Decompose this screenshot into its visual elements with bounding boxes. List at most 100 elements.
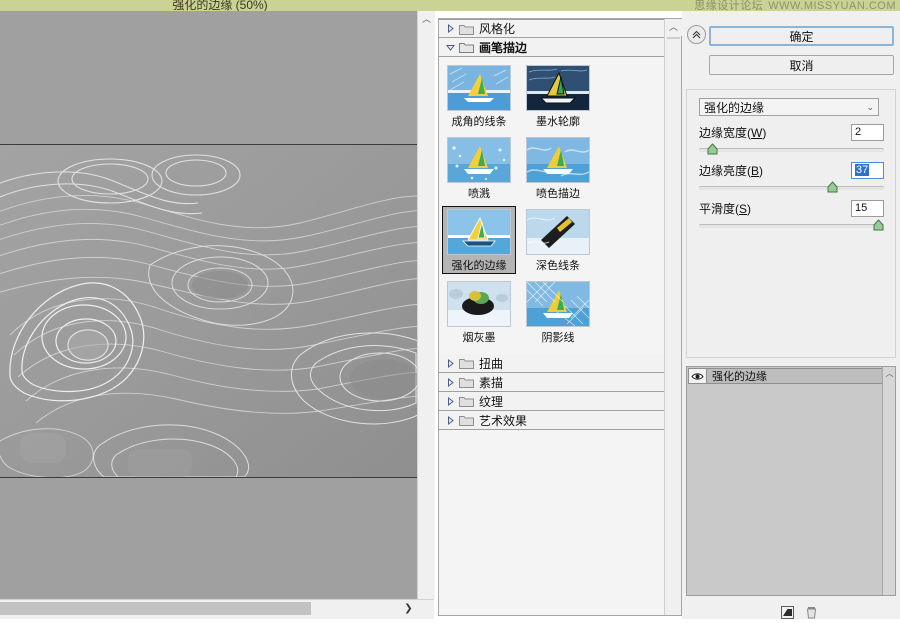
filter-category-artistic[interactable]: 艺术效果 [439,411,664,430]
scroll-up-icon[interactable]: ︿ [883,367,896,380]
thumbnail-label: 强化的边缘 [451,260,507,272]
slider-track[interactable] [699,143,884,155]
slider-track[interactable] [699,181,884,193]
delete-effect-layer-icon[interactable] [804,605,818,619]
slider-track[interactable] [699,219,884,231]
folder-icon [459,23,474,35]
thumbnail-image [526,137,590,183]
thumbnail-image [447,209,511,255]
filter-parameters-group: 强化的边缘 ⌄ 边缘宽度(W) 2 边缘亮度(B) 37 平滑度(S) 15 [686,89,896,358]
slider-value-input[interactable]: 2 [851,123,884,141]
filter-list-scroll-thumb[interactable] [667,37,680,39]
folder-icon [459,414,474,426]
ok-button[interactable]: 确定 [709,26,894,46]
thumbnail-image [447,65,511,111]
thumbnail-image [447,137,511,183]
effect-layer-row[interactable]: 强化的边缘 [688,368,894,384]
preview-top-band [0,11,417,145]
preview-hscroll-thumb[interactable] [0,602,311,615]
slider-value-input[interactable]: 15 [851,199,884,217]
chevron-right-icon [445,396,456,407]
chevron-right-icon [445,358,456,369]
filter-select-value: 强化的边缘 [704,100,765,115]
preview-horizontal-scrollbar[interactable]: ❯ [0,599,434,617]
filter-thumb-sprayed-strokes[interactable]: 喷色描边 [521,134,595,202]
folder-open-icon [459,41,474,53]
thumbnail-label: 喷溅 [468,188,490,200]
thumbnail-label: 烟灰墨 [462,332,496,344]
layers-scrollbar[interactable]: ︿ [882,367,895,595]
folder-icon [459,357,474,369]
folder-icon [459,376,474,388]
slider-smoothness: 平滑度(S) 15 [699,199,884,231]
effect-layer-toolbar [686,601,896,623]
slider-value-input[interactable]: 37 [851,161,884,179]
preview-contour-image [0,145,417,477]
filter-thumb-ink-outlines[interactable]: 墨水轮廓 [521,62,595,130]
category-label: 纹理 [479,394,504,409]
slider-header: 边缘宽度(W) 2 [699,123,884,141]
cancel-button[interactable]: 取消 [709,55,894,75]
thumbnail-label: 深色线条 [536,260,580,272]
filter-list-scrollbar[interactable]: ︿ [664,19,682,615]
preview-bottom-band [0,477,417,599]
filter-thumb-dark-strokes[interactable]: 深色线条 [521,206,595,274]
slider-thumb[interactable] [873,219,884,231]
filter-thumb-crosshatch[interactable]: 阴影线 [521,278,595,346]
chevron-right-icon [445,377,456,388]
new-effect-layer-icon[interactable] [780,605,794,619]
slider-label: 边缘亮度(B) [699,163,764,178]
category-label: 扭曲 [479,356,504,371]
filter-category-texture[interactable]: 纹理 [439,392,664,411]
folder-icon [459,395,474,407]
chevron-right-icon [445,23,456,34]
filter-category-panel: 风格化 画笔描边 成角的线条 墨水轮廓 喷溅 喷色描边 强化的边缘 深色线条 烟… [438,18,682,616]
category-label: 画笔描边 [479,40,528,55]
preview-pane: ︿ ❯ [0,11,435,619]
thumbnail-label: 墨水轮廓 [536,116,580,128]
filter-thumb-sumi-e[interactable]: 烟灰墨 [442,278,516,346]
watermark-cn-text: 思缘设计论坛 [694,0,764,11]
filter-thumbnail-grid: 成角的线条 墨水轮廓 喷溅 喷色描边 强化的边缘 深色线条 烟灰墨 阴影线 [439,57,664,354]
settings-panel: 确定 取消 强化的边缘 ⌄ 边缘宽度(W) 2 边缘亮度(B) 37 平滑度(S… [682,11,900,619]
eye-icon[interactable] [689,369,707,383]
scroll-up-icon[interactable]: ︿ [665,19,682,36]
thumbnail-label: 喷色描边 [536,188,580,200]
slider-header: 平滑度(S) 15 [699,199,884,217]
filter-category-list: 风格化 画笔描边 成角的线条 墨水轮廓 喷溅 喷色描边 强化的边缘 深色线条 烟… [439,19,664,615]
collapse-arrows-icon[interactable] [687,25,706,44]
filter-thumb-accented-edges[interactable]: 强化的边缘 [442,206,516,274]
thumbnail-image [526,65,590,111]
category-label: 素描 [479,375,504,390]
window-title: 强化的边缘 (50%) [172,0,268,11]
thumbnail-label: 成角的线条 [451,116,507,128]
slider-label: 平滑度(S) [699,201,752,216]
category-label: 风格化 [479,22,516,36]
category-label: 艺术效果 [479,413,528,428]
filter-select[interactable]: 强化的边缘 ⌄ [699,98,879,116]
filter-thumb-spatter[interactable]: 喷溅 [442,134,516,202]
chevron-down-icon: ⌄ [866,101,874,112]
slider-thumb[interactable] [707,143,718,155]
filter-category-stylize[interactable]: 风格化 [439,19,664,38]
thumbnail-image [526,281,590,327]
slider-thumb[interactable] [827,181,838,193]
watermark-url-text: WWW.MISSYUAN.COM [768,0,896,11]
effect-layers-panel: 强化的边缘 ︿ [686,366,896,596]
chevron-right-icon [445,415,456,426]
filter-category-distort[interactable]: 扭曲 [439,354,664,373]
scroll-up-icon[interactable]: ︿ [418,11,435,28]
window-titlebar: 强化的边缘 (50%) 思缘设计论坛 WWW.MISSYUAN.COM [0,0,900,11]
preview-vertical-scrollbar[interactable]: ︿ [417,11,435,599]
thumbnail-image [526,209,590,255]
slider-edge-brightness: 边缘亮度(B) 37 [699,161,884,193]
forum-watermark: 思缘设计论坛 WWW.MISSYUAN.COM [694,0,896,11]
preview-canvas[interactable] [0,11,417,599]
filter-category-sketch[interactable]: 素描 [439,373,664,392]
scroll-right-icon[interactable]: ❯ [400,600,417,617]
slider-edge-width: 边缘宽度(W) 2 [699,123,884,155]
effect-layer-name: 强化的边缘 [712,371,767,383]
filter-thumb-angled-strokes[interactable]: 成角的线条 [442,62,516,130]
filter-category-brushstrokes[interactable]: 画笔描边 [439,38,664,57]
slider-label: 边缘宽度(W) [699,125,767,140]
